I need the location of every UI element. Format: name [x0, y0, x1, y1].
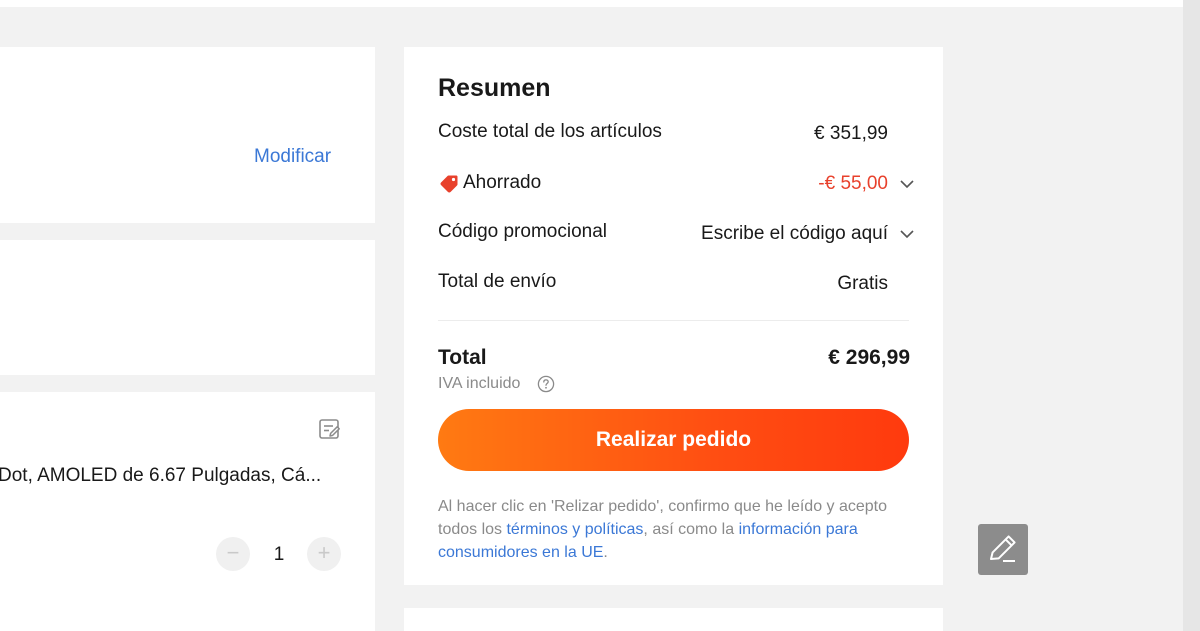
chevron-down-icon[interactable]	[900, 229, 914, 239]
summary-title: Resumen	[438, 74, 551, 102]
top-strip	[0, 0, 1183, 7]
legal-notice: Al hacer clic en 'Relizar pedido', confi…	[438, 495, 908, 564]
question-circle-icon[interactable]	[537, 375, 555, 393]
promo-code-label: Código promocional	[438, 221, 607, 242]
summary-divider	[438, 320, 909, 321]
modify-address-link[interactable]: Modificar	[254, 146, 331, 168]
place-order-button[interactable]: Realizar pedido	[438, 409, 909, 471]
tax-note: IVA incluido	[438, 375, 521, 392]
chevron-down-icon[interactable]	[900, 179, 914, 189]
quantity-decrease-button[interactable]: −	[216, 537, 250, 571]
product-title: Dot, AMOLED de 6.67 Pulgadas, Cá...	[0, 465, 322, 486]
quantity-value: 1	[273, 544, 285, 565]
legal-text: .	[603, 544, 608, 561]
terms-link[interactable]: términos y políticas	[506, 521, 643, 538]
scrollbar[interactable]	[1183, 0, 1200, 631]
promo-code-input[interactable]: Escribe el código aquí	[660, 223, 888, 245]
pencil-icon	[990, 535, 1016, 562]
tag-icon	[440, 175, 458, 193]
payment-method-card	[0, 240, 375, 375]
shipping-address-card	[0, 47, 375, 223]
items-cost-value: € 351,99	[814, 123, 888, 144]
shipping-total-value: Gratis	[837, 273, 888, 294]
floating-edit-button[interactable]	[978, 524, 1028, 575]
next-card	[404, 608, 943, 631]
total-label: Total	[438, 346, 487, 369]
savings-label: Ahorrado	[463, 172, 542, 193]
legal-text: , así como la	[643, 521, 739, 538]
total-value: € 296,99	[828, 346, 910, 369]
note-edit-icon[interactable]	[318, 418, 342, 442]
quantity-increase-button[interactable]: +	[307, 537, 341, 571]
shipping-total-label: Total de envío	[438, 271, 557, 292]
savings-value[interactable]: -€ 55,00	[760, 173, 888, 195]
items-cost-label: Coste total de los artículos	[438, 121, 662, 142]
